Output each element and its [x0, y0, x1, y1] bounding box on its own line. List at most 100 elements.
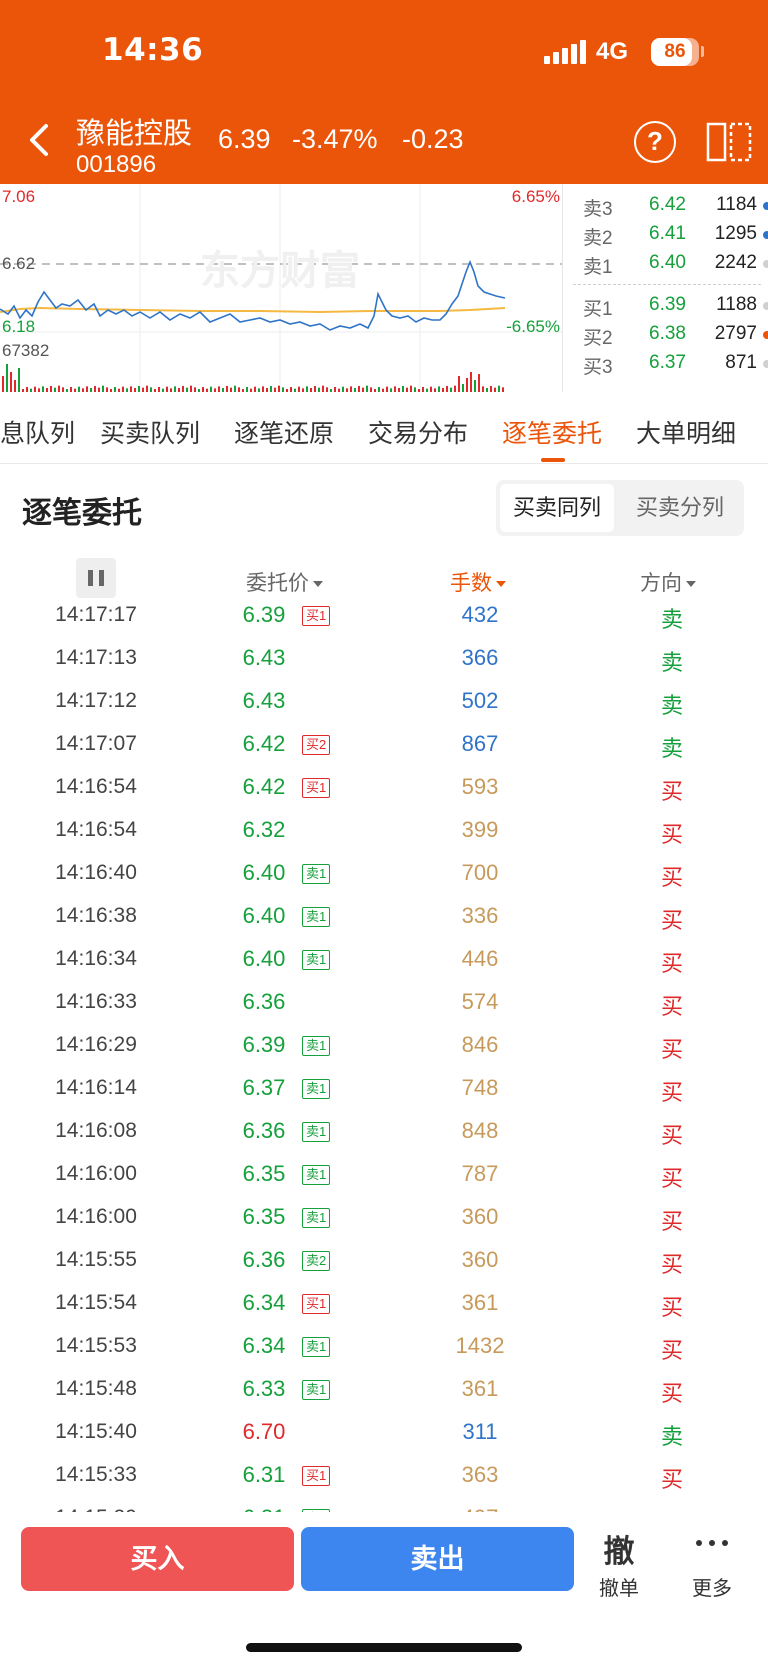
row-queue-tag: 卖1: [302, 864, 331, 884]
cancel-icon[interactable]: 撤: [596, 1526, 642, 1571]
row-queue-tag: 买1: [302, 778, 331, 798]
row-time: 14:15:40: [55, 1420, 137, 1443]
more-icon[interactable]: [692, 1532, 732, 1552]
toggle-split-column[interactable]: 买卖分列: [620, 484, 740, 532]
signal-icon: [544, 40, 586, 64]
row-volume: 432: [461, 602, 499, 627]
orderbook-row: 买2 6.38 2797: [573, 319, 768, 349]
row-queue-tag: 卖1: [302, 1208, 331, 1228]
row-direction: 卖: [660, 650, 683, 675]
row-time: 14:16:54: [55, 775, 137, 798]
pause-button[interactable]: [76, 558, 116, 598]
table-row: 14:15:54 6.34 买1 361 买: [0, 1283, 768, 1326]
row-volume: 361: [461, 1290, 499, 1315]
order-list[interactable]: 14:17:17 6.39 买1 432 卖 14:17:13 6.43 366 卖 14:17:…: [0, 595, 768, 1512]
header-price[interactable]: 委托价: [246, 567, 323, 597]
row-volume: 497: [440, 1505, 520, 1512]
row-direction: 买: [660, 822, 683, 847]
row-volume: 748: [461, 1075, 499, 1100]
row-time: 14:16:38: [55, 904, 137, 927]
intraday-chart[interactable]: 东方财富 7.06 6.62 6.18 6.65% -6.65% 67382: [0, 184, 562, 392]
row-direction: 买: [660, 951, 683, 976]
table-row: 14:16:54 6.42 买1 593 买: [0, 767, 768, 810]
row-direction: 卖: [660, 736, 683, 761]
chart-up-pct: 6.65%: [512, 187, 560, 206]
row-price: 6.40: [242, 903, 286, 928]
more-button[interactable]: 更多: [684, 1572, 740, 1601]
tab-5[interactable]: 逐笔委托: [502, 414, 602, 450]
row-volume: 846: [461, 1032, 499, 1057]
help-icon[interactable]: ?: [634, 121, 676, 163]
orderbook-label: 卖2: [583, 228, 613, 249]
row-volume: 336: [461, 903, 499, 928]
row-direction: 买: [660, 1338, 683, 1363]
orderbook-dot: [763, 260, 768, 268]
row-queue-tag: 卖1: [302, 1165, 331, 1185]
order-book: 卖3 6.42 1184 卖2 6.41 1295 卖1 6.40 2242 买1 6.39 1188…: [562, 184, 768, 392]
chart-high-label: 7.06: [2, 187, 35, 206]
volume-bar: [18, 368, 20, 392]
row-direction: 买: [660, 865, 683, 890]
status-time: 14:36: [102, 32, 204, 68]
volume-bar: [478, 374, 480, 392]
row-direction: 买: [660, 1037, 683, 1062]
orderbook-volume: 871: [725, 352, 757, 373]
row-queue-tag: 卖1: [302, 1380, 331, 1400]
orderbook-dot: [763, 302, 768, 310]
row-volume: 399: [461, 817, 499, 842]
row-price: 6.31: [242, 1462, 286, 1487]
tab-2[interactable]: 买卖队列: [100, 414, 200, 450]
cancel-order-button[interactable]: 撤单: [596, 1572, 642, 1601]
table-row: 14:16:40 6.40 卖1 700 买: [0, 853, 768, 896]
tab-3[interactable]: 逐笔还原: [234, 414, 334, 450]
row-price: 6.34: [242, 1290, 286, 1315]
row-volume: 363: [461, 1462, 499, 1487]
row-time: 14:17:17: [55, 603, 137, 626]
tab-1[interactable]: 息队列: [0, 414, 75, 450]
row-price: 6.37: [242, 1075, 286, 1100]
row-volume: 502: [461, 688, 499, 713]
row-queue-tag: 卖2: [302, 1251, 331, 1271]
switch-layout-icon[interactable]: [706, 120, 752, 164]
row-direction: 买: [660, 1166, 683, 1191]
row-queue-tag: 买1: [302, 1294, 331, 1314]
volume-bar: [458, 376, 460, 392]
row-price: 6.36: [242, 1118, 286, 1143]
row-time: 14:16:00: [55, 1205, 137, 1228]
table-row: 14:16:14 6.37 卖1 748 买: [0, 1068, 768, 1111]
row-volume: 593: [461, 774, 499, 799]
orderbook-row: 买1 6.39 1188: [573, 290, 768, 320]
row-price: 6.31: [232, 1505, 296, 1512]
volume-bar: [14, 380, 16, 392]
row-time: 14:15:48: [55, 1377, 137, 1400]
header-volume[interactable]: 手数: [450, 567, 506, 597]
volume-bar: [462, 384, 464, 392]
back-icon[interactable]: [22, 118, 58, 162]
row-price: 6.34: [242, 1333, 286, 1358]
row-time: 14:16:08: [55, 1119, 137, 1142]
toggle-same-column[interactable]: 买卖同列: [500, 484, 614, 532]
chart-down-pct: -6.65%: [506, 317, 560, 336]
orderbook-row: 卖3 6.42 1184: [573, 190, 768, 220]
caret-down-icon: [496, 581, 506, 588]
table-row: 14:16:38 6.40 卖1 336 买: [0, 896, 768, 939]
row-price: 6.40: [242, 860, 286, 885]
tab-4[interactable]: 交易分布: [368, 414, 468, 450]
row-direction: 买: [660, 994, 683, 1019]
row-direction: 买: [660, 1252, 683, 1277]
buy-button[interactable]: 买入: [21, 1527, 294, 1591]
tab-underline: [541, 458, 565, 462]
row-price: 6.42: [242, 774, 286, 799]
table-row: 14:16:34 6.40 卖1 446 买: [0, 939, 768, 982]
network-type: 4G: [596, 38, 629, 65]
orderbook-price: 6.42: [649, 194, 686, 215]
tab-6[interactable]: 大单明细: [636, 414, 736, 450]
row-volume: 867: [461, 731, 499, 756]
header-direction[interactable]: 方向: [640, 567, 696, 597]
row-queue-tag: 买2: [302, 735, 331, 755]
row-direction: 买: [660, 908, 683, 933]
sell-button[interactable]: 卖出: [301, 1527, 574, 1591]
bottom-bar: 买入 卖出 撤 撤单 更多: [0, 1512, 768, 1665]
chart-mid-label: 6.62: [2, 254, 35, 273]
row-volume: 700: [461, 860, 499, 885]
